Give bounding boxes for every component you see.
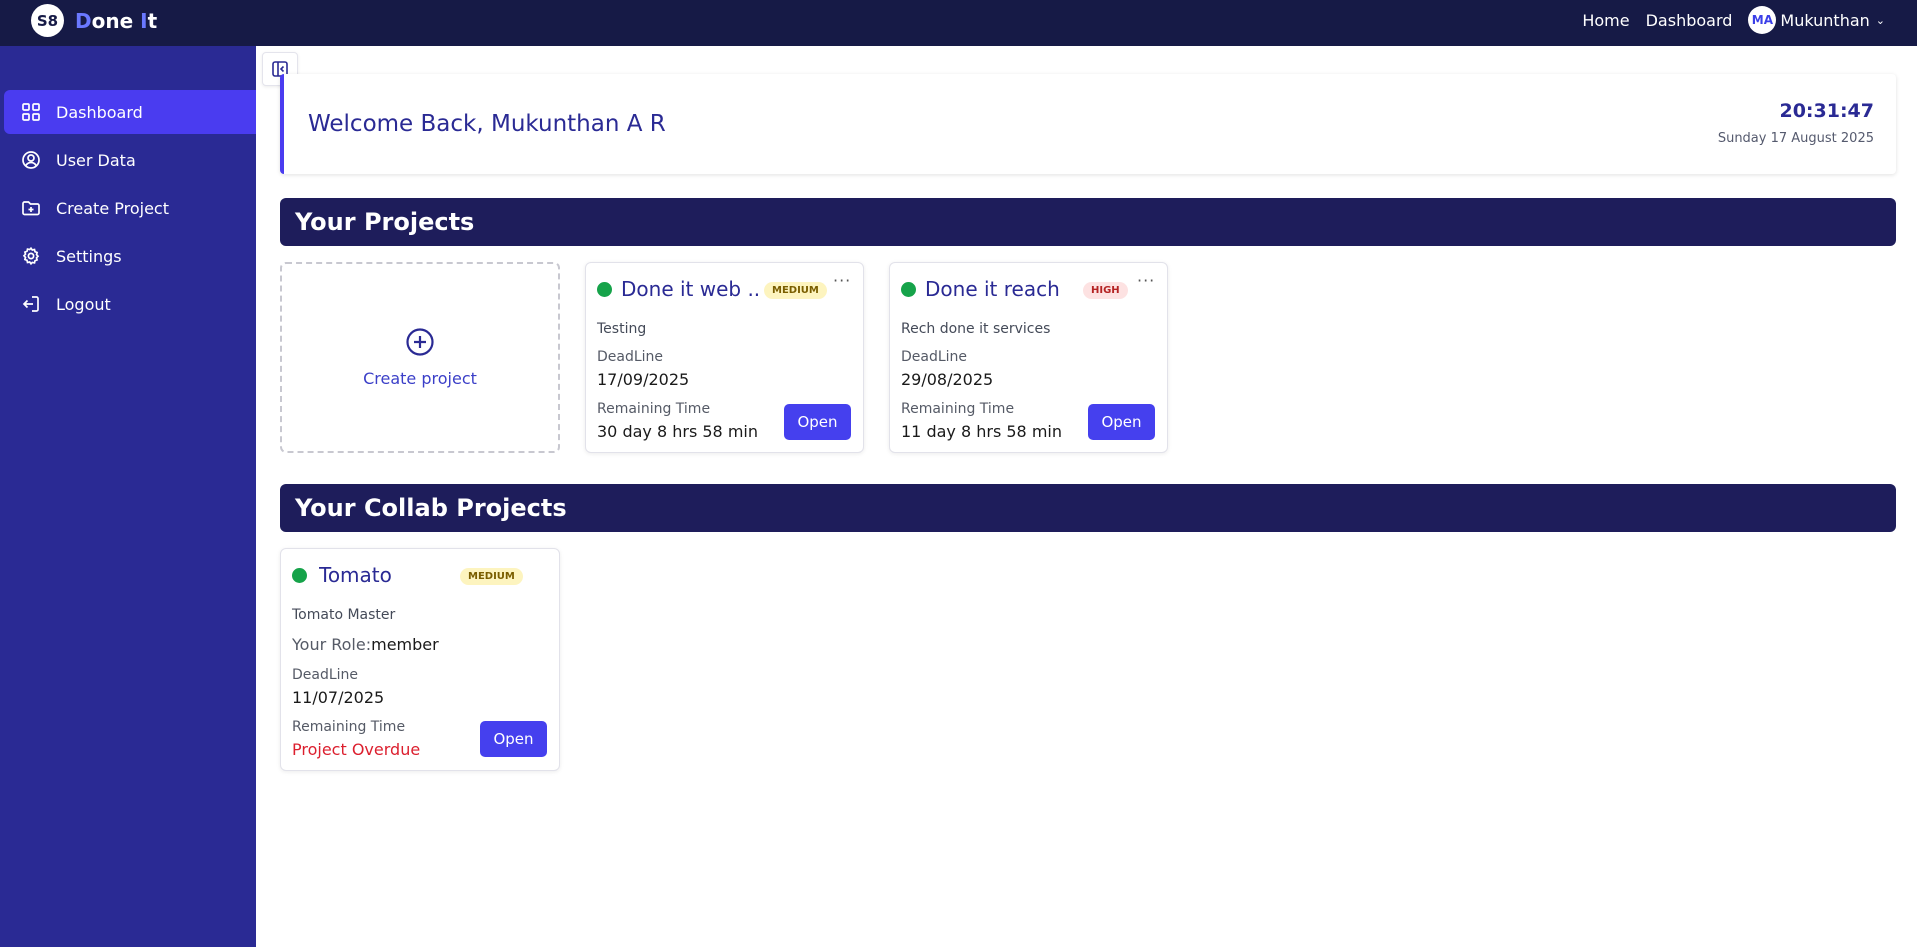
top-links: Home Dashboard MA Mukunthan ⌄ <box>1582 0 1885 40</box>
project-title[interactable]: Done it web ... <box>621 277 761 301</box>
user-name: Mukunthan <box>1780 10 1870 30</box>
brand-letter-i: I <box>140 9 148 33</box>
open-button[interactable]: Open <box>480 721 547 757</box>
collab-projects-header: Your Collab Projects <box>280 484 1896 532</box>
deadline-value: 29/08/2025 <box>901 370 994 389</box>
remaining-label: Remaining Time <box>292 719 406 735</box>
remaining-label: Remaining Time <box>597 401 711 417</box>
sidebar: Dashboard User Data Create Project Setti… <box>0 46 256 947</box>
collab-project-card: Tomato MEDIUM Tomato Master Your Role:me… <box>280 548 560 771</box>
more-options-icon[interactable]: ··· <box>1137 271 1155 290</box>
status-dot <box>597 282 612 297</box>
open-button[interactable]: Open <box>1088 404 1155 440</box>
user-menu[interactable]: MA Mukunthan ⌄ <box>1748 6 1885 34</box>
open-button[interactable]: Open <box>784 404 851 440</box>
role-label: Your Role: <box>292 635 372 654</box>
brand-name[interactable]: Done It <box>75 9 157 33</box>
user-circle-icon <box>20 149 42 171</box>
deadline-label: DeadLine <box>597 349 664 365</box>
top-navbar: S8 Done It Home Dashboard MA Mukunthan ⌄ <box>0 0 1917 46</box>
sidebar-item-label: Settings <box>56 246 122 266</box>
brand-text-t: t <box>147 9 158 33</box>
sidebar-item-settings[interactable]: Settings <box>4 234 256 278</box>
priority-badge: MEDIUM <box>460 568 523 585</box>
deadline-value: 17/09/2025 <box>597 370 690 389</box>
project-title[interactable]: Tomato <box>319 563 392 587</box>
brand-letter-d: D <box>75 9 92 33</box>
project-card: Done it web ... MEDIUM ··· Testing DeadL… <box>585 262 864 453</box>
role-row: Your Role:member <box>292 635 439 654</box>
project-description: Rech done it services <box>901 321 1051 337</box>
clock-time: 20:31:47 <box>1779 100 1874 122</box>
project-card: Done it reach HIGH ··· Rech done it serv… <box>889 262 1168 453</box>
priority-badge: HIGH <box>1083 282 1128 299</box>
logout-icon <box>20 293 42 315</box>
remaining-value: 30 day 8 hrs 58 min <box>597 422 758 441</box>
sidebar-item-create-project[interactable]: Create Project <box>4 186 256 230</box>
projects-header: Your Projects <box>280 198 1896 246</box>
grid-icon <box>20 101 42 123</box>
sidebar-item-label: Create Project <box>56 198 169 218</box>
deadline-value: 11/07/2025 <box>292 688 385 707</box>
nav-home-link[interactable]: Home <box>1582 11 1629 30</box>
sidebar-item-logout[interactable]: Logout <box>4 282 256 326</box>
deadline-label: DeadLine <box>901 349 968 365</box>
plus-circle-icon <box>406 328 434 356</box>
create-project-label: Create project <box>363 369 477 388</box>
create-project-card[interactable]: Create project <box>280 262 560 453</box>
remaining-value: 11 day 8 hrs 58 min <box>901 422 1062 441</box>
chevron-down-icon: ⌄ <box>1875 13 1885 27</box>
project-description: Testing <box>597 321 647 337</box>
welcome-panel: Welcome Back, Mukunthan A R 20:31:47 Sun… <box>280 74 1896 174</box>
logo[interactable]: S8 <box>31 4 64 37</box>
sidebar-item-label: User Data <box>56 150 136 170</box>
sidebar-item-dashboard[interactable]: Dashboard <box>4 90 256 134</box>
role-value: member <box>371 635 439 654</box>
sidebar-item-label: Logout <box>56 294 111 314</box>
gear-icon <box>20 245 42 267</box>
priority-badge: MEDIUM <box>764 282 827 299</box>
nav-dashboard-link[interactable]: Dashboard <box>1646 11 1733 30</box>
deadline-label: DeadLine <box>292 667 359 683</box>
welcome-title: Welcome Back, Mukunthan A R <box>308 111 666 137</box>
project-description: Tomato Master <box>292 607 396 623</box>
folder-plus-icon <box>20 197 42 219</box>
more-options-icon[interactable]: ··· <box>833 271 851 290</box>
sidebar-item-user-data[interactable]: User Data <box>4 138 256 182</box>
sidebar-item-label: Dashboard <box>56 102 143 122</box>
project-title[interactable]: Done it reach <box>925 277 1075 301</box>
status-dot <box>901 282 916 297</box>
avatar: MA <box>1748 6 1777 34</box>
brand-text-one: one <box>91 9 141 33</box>
remaining-label: Remaining Time <box>901 401 1015 417</box>
overdue-status: Project Overdue <box>292 740 421 759</box>
status-dot <box>292 568 307 583</box>
clock-date: Sunday 17 August 2025 <box>1717 131 1874 146</box>
